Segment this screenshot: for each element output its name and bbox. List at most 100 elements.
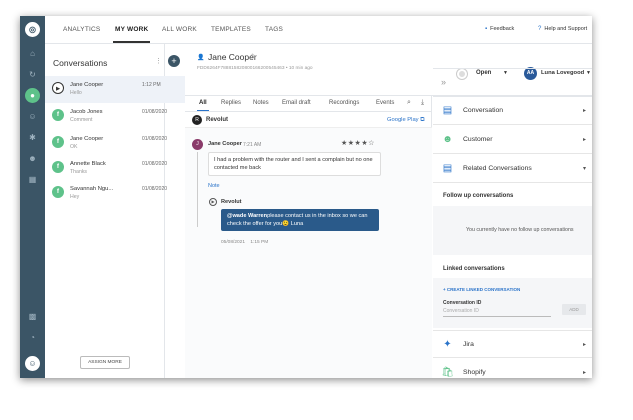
chevron-right-icon: ▸	[583, 342, 587, 348]
list-item-preview: Hey	[70, 194, 80, 200]
tab-templates[interactable]: TEMPLATES	[211, 26, 251, 33]
google-play-link[interactable]: Google Play ⧉	[387, 117, 424, 124]
source-bar: R Revolut Google Play ⧉	[185, 112, 432, 128]
message-thread: J Jane Cooper 7:21 AM ★★★★☆ I had a prob…	[185, 128, 432, 378]
conversation-id: FDD6264F788815820800166200545463	[197, 66, 285, 71]
edit-icon[interactable]: ✎	[251, 53, 256, 60]
message-time: 7:21 AM	[243, 142, 262, 148]
jira-icon: ✦	[443, 339, 452, 350]
customer-message: I had a problem with the router and I se…	[208, 152, 381, 176]
app-label: Jira	[463, 341, 474, 348]
reply-text: please contact us in the inbox so we can	[267, 213, 368, 219]
tab-email-draft[interactable]: Email draft	[282, 100, 311, 106]
section-label: Related Conversations	[463, 165, 532, 172]
list-item-name: Jacob Jones	[70, 109, 103, 115]
section-related-conversations[interactable]: ▤ Related Conversations ▾	[433, 155, 592, 183]
download-icon[interactable]: ⤓	[421, 99, 424, 107]
add-button[interactable]: ADD	[562, 304, 586, 315]
new-conversation-button[interactable]: +	[168, 55, 180, 67]
tab-notes[interactable]: Notes	[253, 100, 269, 106]
reply-date: 05/08/2021	[221, 240, 246, 245]
tab-tags[interactable]: TAGS	[265, 26, 283, 33]
follow-up-title: Follow up conversations	[443, 193, 514, 199]
expand-icon[interactable]: »	[441, 77, 446, 87]
facebook-icon: f	[52, 109, 64, 121]
reply-sender: Revolut	[221, 199, 242, 205]
chat-icon[interactable]: ●	[25, 88, 40, 103]
list-item-time: 01/08/2020	[142, 161, 168, 167]
settings-icon[interactable]: ✱	[25, 130, 40, 145]
expand-bar: »	[433, 68, 592, 97]
message-tabs: All Replies Notes Email draft Recordings…	[185, 96, 432, 112]
app-shopify[interactable]: 🛍 Shopify ▸	[433, 359, 592, 378]
conversation-list: Conversations ⋮ + ▶ Jane Cooper Hello 1:…	[45, 44, 185, 378]
conversation-main: 👤 Jane Cooper ✎ FDD6264F7888158208001662…	[185, 44, 592, 378]
app-label: Shopify	[463, 369, 486, 376]
customer-name: Jane Cooper	[208, 141, 242, 147]
play-icon: ▶	[209, 198, 217, 206]
profile-avatar-icon[interactable]: ☺	[25, 356, 40, 371]
tab-events[interactable]: Events	[376, 100, 394, 106]
facebook-icon: f	[52, 136, 64, 148]
tab-recordings[interactable]: Recordings	[329, 100, 359, 106]
rating-stars: ★★★★☆	[341, 140, 375, 147]
list-item-preview: OK	[70, 144, 78, 150]
source-name: Revolut	[206, 117, 229, 123]
shopify-icon: 🛍	[441, 367, 454, 378]
left-rail: ◎ ⌂ ↻ ● ☺ ✱ ☻ ▦ ▩ ◔ ☺	[20, 16, 45, 378]
list-item[interactable]: ▶ Jane Cooper Hello 1:12 PM	[45, 76, 185, 103]
list-item-name: Annette Black	[70, 161, 106, 167]
search-icon[interactable]: ⌕	[407, 99, 411, 107]
create-linked-conversation-link[interactable]: + CREATE LINKED CONVERSATION	[443, 287, 520, 292]
conversation-age: 10 min ago	[288, 66, 313, 71]
list-item-time: 01/08/2020	[142, 109, 168, 115]
list-item[interactable]: f Jacob Jones Comment 01/08/2020	[45, 103, 185, 130]
bot-icon[interactable]: ☺	[25, 109, 40, 124]
list-item-name: Jane Cooper	[70, 82, 104, 88]
apps-grid-icon[interactable]: ▩	[25, 309, 40, 324]
list-item[interactable]: f Savannah Ngu... Hey 01/08/2020	[45, 180, 185, 207]
feedback-link[interactable]: ▪ Feedback	[485, 26, 514, 32]
reply-message-line: @wade Warrenplease contact us in the inb…	[227, 212, 373, 220]
facebook-icon: f	[52, 186, 64, 198]
list-item-time: 1:12 PM	[142, 82, 161, 88]
app-jira[interactable]: ✦ Jira ▸	[433, 330, 592, 358]
contact-name: Jane Cooper	[208, 52, 257, 62]
section-label: Customer	[463, 136, 493, 143]
home-icon[interactable]: ⌂	[25, 46, 40, 61]
more-options-icon[interactable]: ⋮	[155, 57, 162, 65]
tab-replies[interactable]: Replies	[221, 100, 241, 106]
refresh-icon[interactable]: ↻	[25, 67, 40, 82]
app-window: ◎ ⌂ ↻ ● ☺ ✱ ☻ ▦ ▩ ◔ ☺ ANALYTICS MY WORK …	[20, 16, 592, 378]
follow-up-empty-text: You currently have no follow up conversa…	[466, 227, 574, 233]
list-item-time: 01/08/2020	[142, 186, 168, 192]
reply-mention: @wade Warren	[227, 213, 268, 219]
help-link[interactable]: ? Help and Support	[538, 26, 587, 32]
chevron-down-icon: ▾	[583, 166, 587, 172]
reports-icon[interactable]: ▦	[25, 172, 40, 187]
thread-line	[197, 152, 198, 227]
facebook-icon: f	[52, 161, 64, 173]
tab-all[interactable]: All	[197, 100, 209, 111]
app-logo-icon[interactable]: ◎	[25, 22, 40, 37]
chevron-right-icon: ▸	[583, 108, 587, 114]
assign-more-button[interactable]: ASSIGN MORE	[80, 356, 130, 369]
notifications-icon[interactable]: ◔	[25, 330, 40, 345]
section-customer[interactable]: ☻ Customer ▸	[433, 126, 592, 154]
tab-all-work[interactable]: ALL WORK	[162, 26, 197, 33]
list-item-preview: Thanks	[70, 169, 88, 175]
conversation-id-field[interactable]: Conversation ID	[443, 308, 551, 317]
chevron-right-icon: ▸	[583, 137, 587, 143]
customer-message-line: contacted me back	[214, 165, 261, 171]
section-conversation[interactable]: ▤ Conversation ▸	[433, 97, 592, 125]
list-item[interactable]: f Annette Black Thanks 01/08/2020	[45, 155, 185, 182]
list-item[interactable]: f Jane Cooper OK 01/08/2020	[45, 130, 185, 157]
feedback-label: Feedback	[490, 26, 515, 32]
help-label: Help and Support	[544, 26, 588, 32]
conversation-id-label: Conversation ID	[443, 300, 482, 306]
tab-analytics[interactable]: ANALYTICS	[63, 26, 100, 33]
tab-my-work[interactable]: MY WORK	[112, 26, 151, 43]
users-icon[interactable]: ☻	[25, 151, 40, 166]
note-link[interactable]: Note	[208, 183, 220, 189]
section-label: Conversation	[463, 107, 504, 114]
